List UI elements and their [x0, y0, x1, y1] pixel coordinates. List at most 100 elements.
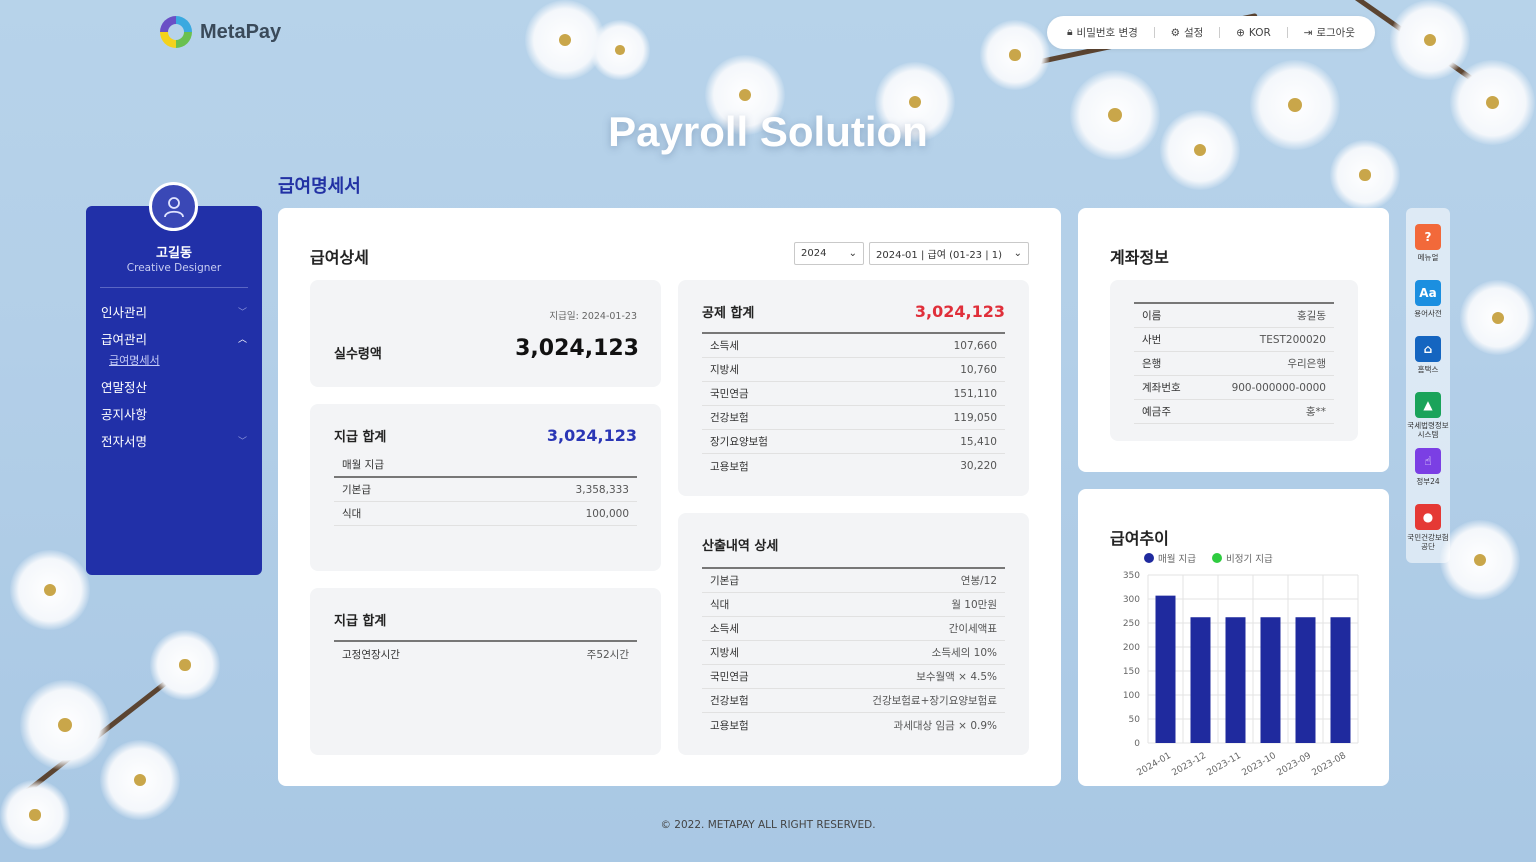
sidebar-item-year-end[interactable]: 연말정산 [101, 373, 247, 400]
logout-button[interactable]: ⇥ 로그아웃 [1304, 25, 1355, 40]
quick-link-health-insurance[interactable]: ● 국민건강보험공단 [1406, 504, 1450, 551]
x-tick-label: 2023-10 [1240, 751, 1278, 779]
bar[interactable] [1330, 617, 1351, 743]
row-value: 100,000 [585, 507, 629, 520]
blossom [590, 20, 650, 80]
sidebar-item-label: 공지사항 [101, 407, 148, 422]
bar[interactable] [1155, 595, 1176, 743]
language-label: KOR [1248, 26, 1271, 39]
logo-icon [160, 16, 192, 48]
quick-links: ? 메뉴얼 Aa 용어사전 ⌂ 홈택스 ▲ 국세법령정보시스템 ☝ 정부24 ● 국민건강보험공단 [1406, 208, 1450, 563]
blossom [1460, 280, 1535, 355]
row-label: 지방세 [710, 647, 739, 659]
account-info-card: 계좌정보 이름 홍길동 사번 TEST200020 은행 우리은행 계좌번호 900-0… [1078, 208, 1389, 472]
table-row: 소득세 107,660 [702, 334, 1005, 358]
hometax-icon: ⌂ [1415, 336, 1441, 362]
panel-title: 지급 합계 [334, 614, 387, 629]
footer-copyright: © 2022. METAPAY ALL RIGHT RESERVED. [660, 819, 876, 831]
row-label: 은행 [1142, 358, 1162, 370]
change-password-label: 비밀번호 변경 [1076, 27, 1138, 39]
panel-header: 공제 합계 3,024,123 [702, 302, 1005, 321]
bar[interactable] [1190, 617, 1211, 743]
row-label: 식대 [342, 508, 362, 520]
bar[interactable] [1295, 617, 1316, 743]
sidebar-subitem-payslip[interactable]: 급여명세서 [101, 352, 247, 373]
table-row: 고용보험 과세대상 임금 × 0.9% [702, 713, 1005, 737]
chevron-down-icon: ⌄ [848, 248, 857, 259]
sidebar-item-esign[interactable]: 전자서명 ﹀ [101, 427, 247, 454]
row-label: 소득세 [710, 623, 739, 635]
sidebar-item-hr[interactable]: 인사관리 ﹀ [101, 298, 247, 325]
table-row: 고정연장시간 주52시간 [334, 642, 637, 666]
table-row: 소득세 간이세액표 [702, 617, 1005, 641]
row-label: 소득세 [710, 340, 739, 352]
deduction-total-panel: 공제 합계 3,024,123 소득세 107,660 지방세 10,760 국민연… [678, 280, 1029, 496]
user-role: Creative Designer [126, 262, 222, 274]
bar[interactable] [1260, 617, 1281, 743]
quick-link-label: 용어사전 [1414, 309, 1442, 318]
salary-trend-chart: 0501001502002503003502024-012023-122023-… [1123, 571, 1359, 779]
x-tick-label: 2023-08 [1310, 751, 1348, 779]
change-password-button[interactable]: 🔒︎ 비밀번호 변경 [1067, 25, 1138, 40]
deduction-total-amount: 3,024,123 [914, 302, 1005, 321]
brand-name: MetaPay [200, 20, 282, 43]
table-row: 지방세 10,760 [702, 358, 1005, 382]
table-row: 기본급 연봉/12 [702, 569, 1005, 593]
row-label: 계좌번호 [1142, 382, 1181, 394]
bar[interactable] [1225, 617, 1246, 743]
health-insurance-icon: ● [1415, 504, 1441, 530]
y-tick-label: 350 [1123, 571, 1140, 581]
panel-title: 산출내역 상세 [702, 539, 779, 554]
table-row: 지방세 소득세의 10% [702, 641, 1005, 665]
net-pay-label: 실수령액 [334, 347, 382, 362]
chevron-up-icon: ︿ [237, 335, 247, 345]
sidebar-item-label: 연말정산 [101, 380, 148, 395]
payment-total-panel: 지급 합계 3,024,123 매월 지급 기본급 3,358,333 식대 1… [310, 404, 661, 571]
avatar[interactable] [149, 182, 198, 231]
row-value: 간이세액표 [948, 623, 997, 635]
quick-link-hometax[interactable]: ⌂ 홈택스 [1406, 336, 1450, 374]
panel-title: 공제 합계 [702, 306, 755, 321]
y-tick-label: 50 [1129, 715, 1141, 725]
table-row: 국민연금 151,110 [702, 382, 1005, 406]
sidebar-item-notice[interactable]: 공지사항 [101, 400, 247, 427]
net-pay-amount: 3,024,123 [515, 336, 639, 361]
row-value: 소득세의 10% [931, 647, 997, 659]
settings-button[interactable]: ⚙ 설정 [1171, 25, 1204, 40]
quick-link-label: 메뉴얼 [1417, 253, 1439, 262]
blossom [980, 20, 1050, 90]
payment-total-panel-2: 지급 합계 고정연장시간 주52시간 [310, 588, 661, 755]
user-icon [163, 196, 184, 217]
sidebar: 고길동 Creative Designer 인사관리 ﹀ 급여관리 ︿ 급여명세… [86, 182, 262, 575]
row-label: 건강보험 [710, 695, 749, 707]
quick-link-label: 국세법령정보시스템 [1407, 421, 1449, 439]
blossom [150, 630, 220, 700]
section-subheading: 매월 지급 [342, 459, 384, 471]
row-value: 우리은행 [1287, 358, 1326, 370]
period-select[interactable]: 2024-01 | 급여 (01-23 | 1) ⌄ [869, 242, 1029, 265]
row-label: 국민연금 [710, 388, 749, 400]
y-tick-label: 0 [1134, 739, 1140, 749]
calculation-rows: 기본급 연봉/12 식대 월 10만원 소득세 간이세액표 지방세 소득세의 10% 국… [702, 567, 1005, 737]
quick-link-dictionary[interactable]: Aa 용어사전 [1406, 280, 1450, 318]
globe-icon: ⊕ [1236, 26, 1245, 39]
row-value: 119,050 [953, 411, 997, 424]
quick-link-help[interactable]: ? 메뉴얼 [1406, 224, 1450, 262]
logout-label: 로그아웃 [1316, 27, 1355, 39]
table-row: 식대 월 10만원 [702, 593, 1005, 617]
brand-logo[interactable]: MetaPay [160, 16, 281, 48]
sidebar-item-payroll[interactable]: 급여관리 ︿ [101, 325, 247, 352]
chevron-down-icon: ﹀ [237, 308, 247, 318]
language-button[interactable]: ⊕ KOR [1236, 27, 1271, 39]
period-select-value: 2024-01 | 급여 (01-23 | 1) [876, 250, 1003, 261]
quick-link-label: 정부24 [1416, 477, 1440, 486]
table-row: 장기요양보험 15,410 [702, 430, 1005, 454]
payment-total-amount: 3,024,123 [546, 426, 637, 445]
sidebar-menu: 인사관리 ﹀ 급여관리 ︿ 급여명세서 연말정산 공지사항 전자서명 ﹀ [101, 298, 247, 454]
quick-link-law[interactable]: ▲ 국세법령정보시스템 [1406, 392, 1450, 439]
quick-link-hand-pointer[interactable]: ☝ 정부24 [1406, 448, 1450, 486]
account-info-panel: 이름 홍길동 사번 TEST200020 은행 우리은행 계좌번호 900-000000… [1110, 280, 1358, 441]
year-select-value: 2024 [801, 248, 827, 259]
row-label: 이름 [1142, 310, 1162, 322]
year-select[interactable]: 2024 ⌄ [794, 242, 864, 265]
